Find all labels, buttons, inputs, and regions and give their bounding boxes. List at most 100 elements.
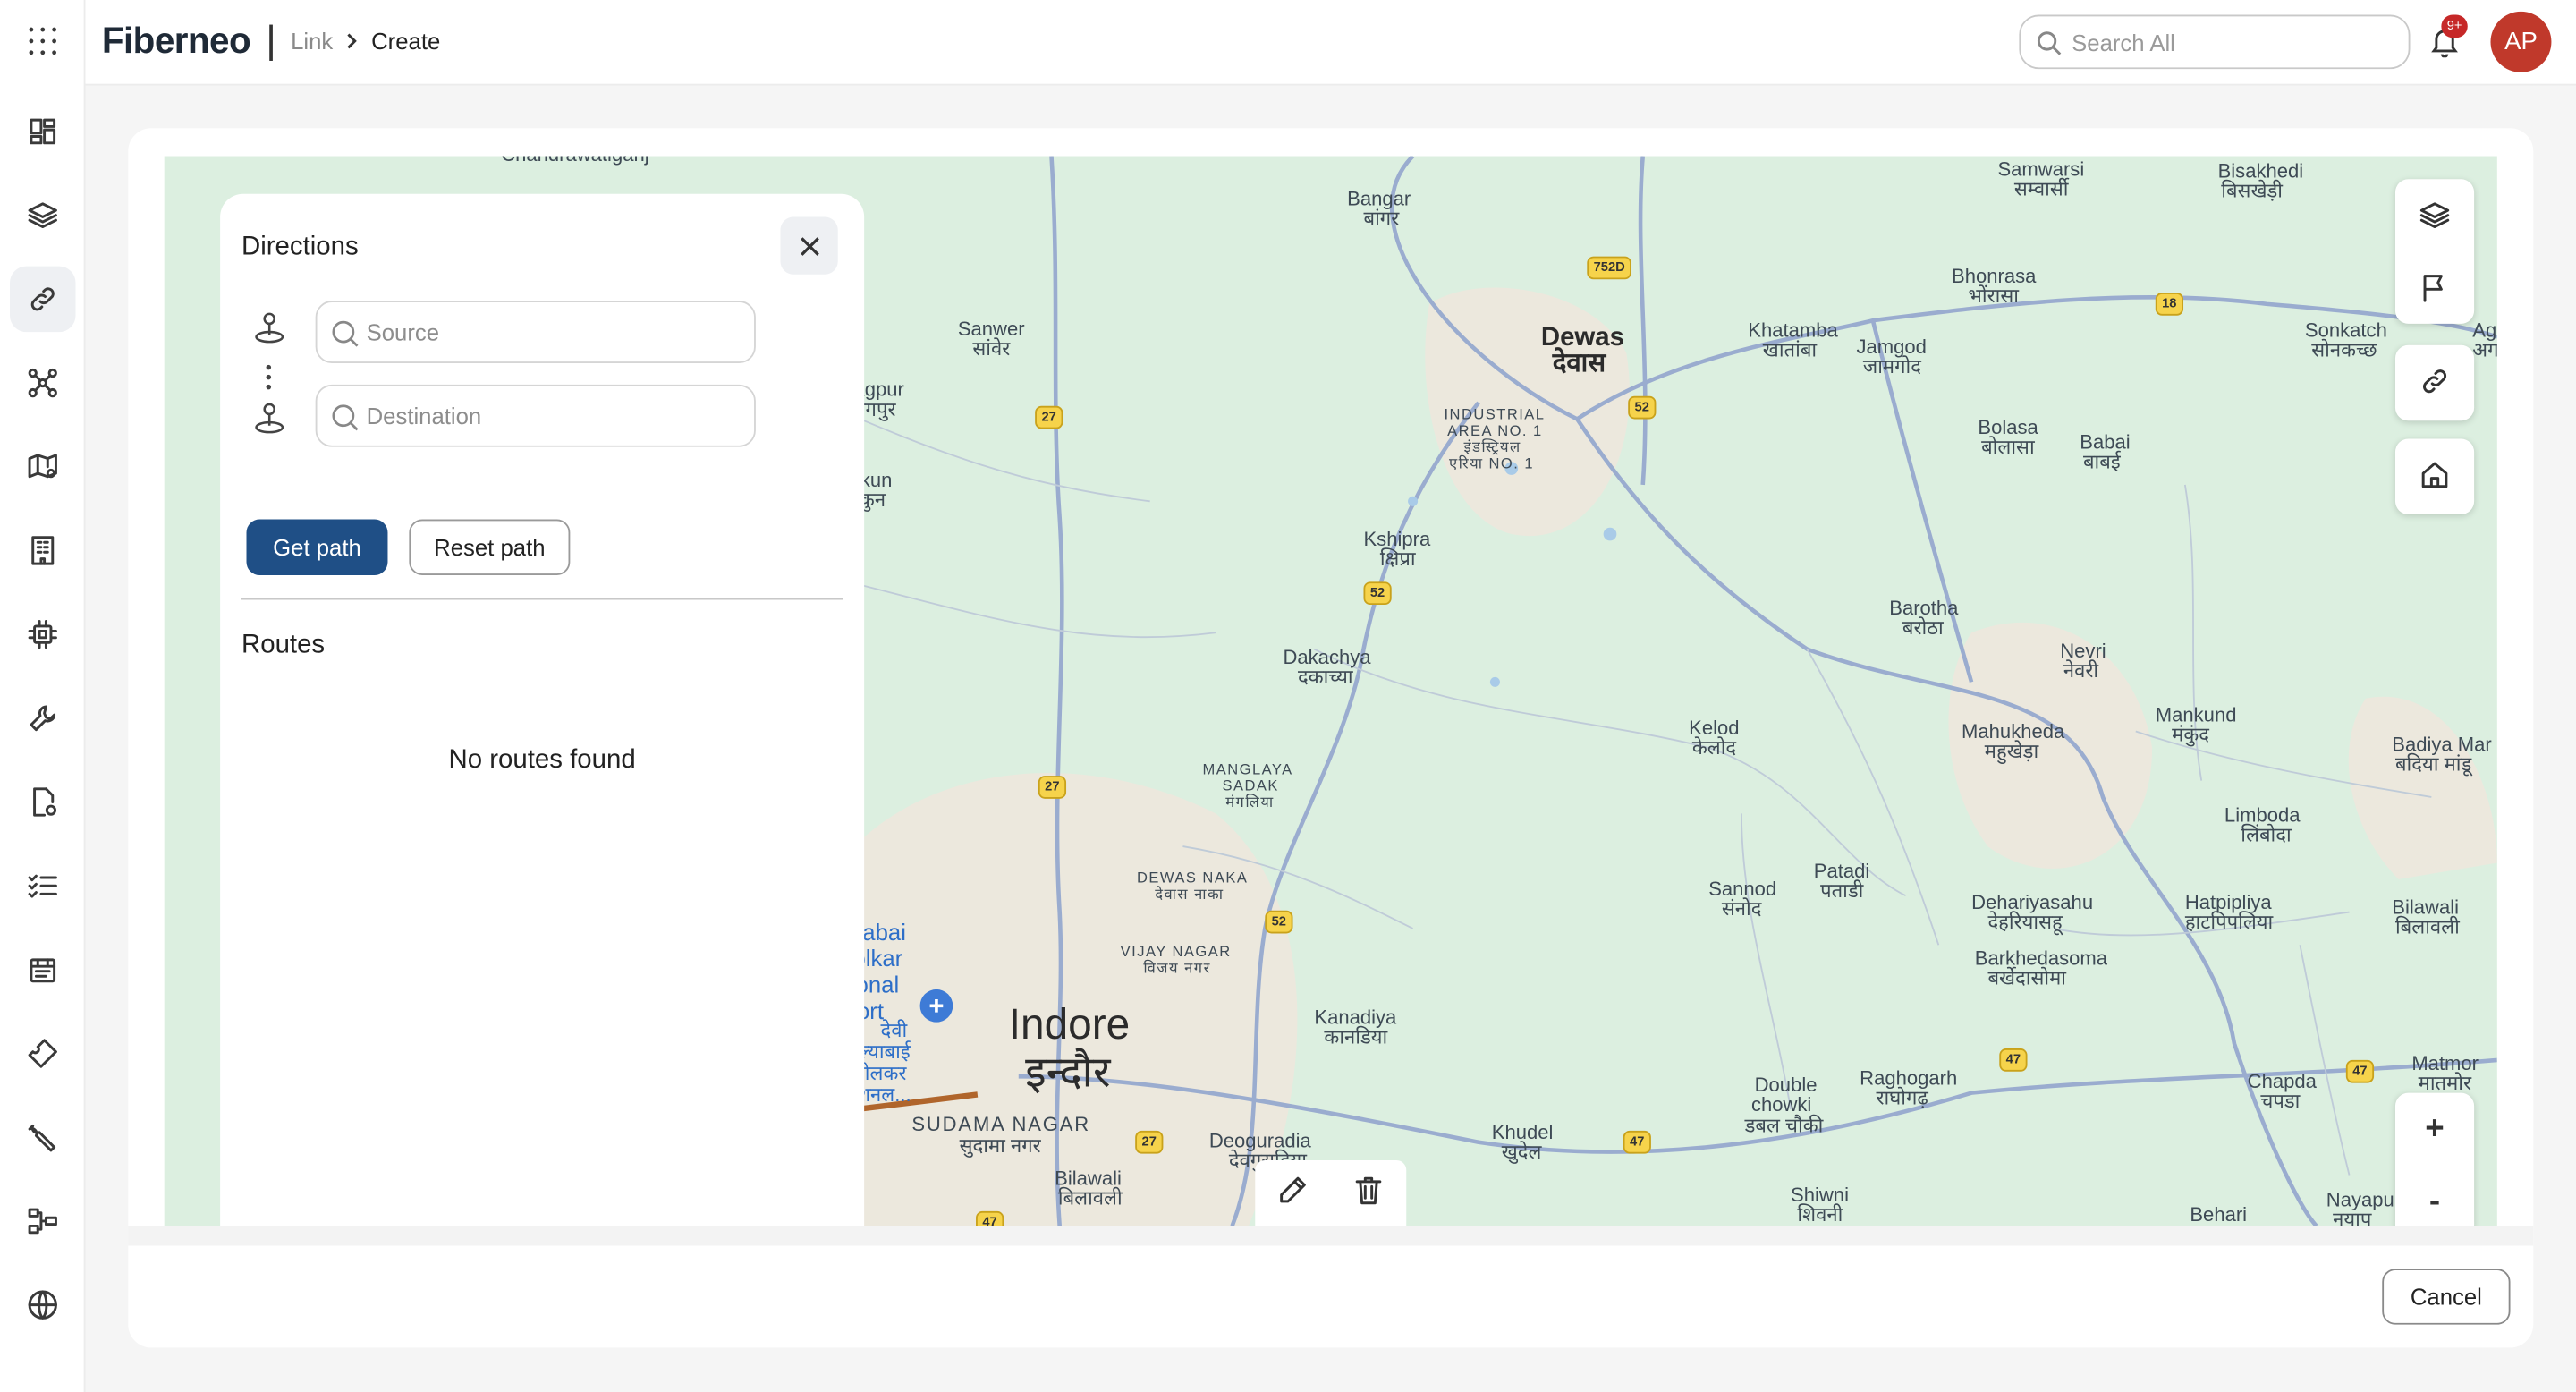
map-label: बिलावली — [2394, 915, 2460, 938]
road-shield: 27 — [1038, 776, 1066, 799]
map-label: सम्वार्सी — [2013, 177, 2069, 201]
map-label: chowki — [1750, 1092, 1812, 1116]
route-connector-icon — [266, 364, 273, 391]
map-label: सांवेर — [972, 336, 1011, 361]
map-label: Matmor — [2411, 1051, 2479, 1075]
map-label: देहरियासहू — [1987, 910, 2063, 934]
map-label: Patadi — [1813, 859, 1870, 883]
map-label: हाटपिपलिया — [2184, 910, 2274, 934]
dashboard-icon[interactable] — [10, 98, 75, 164]
map-label: Chandrawatiganj — [501, 157, 648, 165]
map-label: Behari — [2190, 1202, 2248, 1226]
road-shield: 752D — [1587, 256, 1632, 280]
map-label: जामगोद — [1862, 354, 1921, 378]
map-label: खुदेल — [1501, 1140, 1542, 1164]
map-label: Bangar — [1347, 187, 1411, 211]
layers-icon[interactable] — [2395, 179, 2474, 251]
notification-badge: 9+ — [2441, 14, 2468, 38]
chevron-right-icon — [347, 33, 357, 49]
map-label: संनोद — [1721, 897, 1762, 921]
map-label: पताडी — [1820, 878, 1864, 903]
road-shield: 52 — [1363, 581, 1392, 606]
inventory-icon[interactable] — [10, 937, 75, 1002]
brand-logo[interactable]: Fiberneo — [102, 20, 251, 63]
building-icon[interactable] — [10, 518, 75, 583]
map-label: अग — [2472, 338, 2497, 362]
map-label: बाबई — [2082, 450, 2121, 474]
empty-routes-message: No routes found — [448, 746, 636, 775]
user-avatar[interactable]: AP — [2490, 11, 2552, 72]
map-label: बोलासा — [1981, 435, 2035, 459]
map-label: मंगलिया — [1225, 794, 1275, 811]
search-placeholder: Search All — [2072, 30, 2175, 56]
map-label: केलोद — [1691, 736, 1737, 760]
road-shield: 52 — [1628, 395, 1657, 420]
ticket-icon[interactable] — [10, 1021, 75, 1086]
map-label: Khudel — [1491, 1120, 1554, 1144]
wrench-icon[interactable] — [10, 685, 75, 751]
map-label: Sanwer — [957, 317, 1025, 341]
map-label: Shiwni — [1791, 1183, 1849, 1207]
trash-icon[interactable] — [1352, 1173, 1385, 1214]
map-label: Kshipra — [1363, 527, 1431, 551]
chip-icon[interactable] — [10, 601, 75, 666]
home-icon[interactable] — [2395, 438, 2474, 511]
get-path-button[interactable]: Get path — [246, 519, 388, 575]
map-label: Mahukheda — [1962, 719, 2065, 743]
map-label: Dehariyasahu — [1971, 890, 2094, 914]
close-icon — [800, 236, 818, 255]
close-button[interactable] — [780, 216, 838, 275]
document-settings-icon[interactable] — [10, 769, 75, 835]
map-label: विजय नगर — [1143, 959, 1211, 977]
map-label: Kanadiya — [1314, 1006, 1397, 1030]
network-icon[interactable] — [10, 350, 75, 415]
apps-grid-icon[interactable] — [10, 8, 75, 73]
destination-input[interactable] — [366, 399, 728, 433]
map-label: Chapda — [2247, 1069, 2317, 1093]
map-label: Bisakhedi — [2217, 159, 2304, 182]
map-label: देवास नाका — [1155, 886, 1224, 903]
routes-title: Routes — [241, 631, 326, 659]
globe-icon[interactable] — [10, 1272, 75, 1337]
reset-path-button[interactable]: Reset path — [409, 519, 571, 575]
map-label: खातांबा — [1762, 338, 1818, 362]
map-label: Bolasa — [1978, 415, 2038, 439]
map-label: राघोगढ़ — [1876, 1086, 1928, 1110]
tools-icon[interactable] — [10, 1105, 75, 1170]
map-label: SUDAMA NAGAR — [911, 1112, 1091, 1136]
map-view[interactable]: Bangar बांगर Samwarsi सम्वार्सी Bisakhed… — [164, 156, 2497, 1226]
breadcrumb-parent[interactable]: Link — [291, 28, 333, 54]
road-shield: 47 — [1623, 1130, 1651, 1154]
link-icon[interactable] — [2395, 345, 2474, 418]
flag-icon[interactable] — [2395, 251, 2474, 324]
map-label: Samwarsi — [1997, 157, 2085, 182]
checklist-icon[interactable] — [10, 853, 75, 918]
search-input[interactable]: Search All — [2019, 14, 2411, 70]
zoom-out-button[interactable]: - — [2395, 1165, 2474, 1226]
map-label: कानडिया — [1324, 1025, 1388, 1049]
zoom-in-button[interactable]: + — [2395, 1093, 2474, 1166]
source-pin-icon — [251, 309, 287, 344]
layers-icon[interactable] — [10, 182, 75, 248]
source-input[interactable] — [366, 315, 728, 349]
map-layer-controls — [2394, 179, 2475, 324]
link-icon[interactable] — [10, 266, 76, 333]
map-label: Raghogarh — [1860, 1066, 1958, 1090]
road-shield: 27 — [1135, 1130, 1164, 1154]
app-root: Fiberneo Link Create Search All 9+ AP Ba… — [0, 0, 2576, 1392]
map-label: क्षिप्रा — [1379, 547, 1416, 571]
map-label: बांगर — [1363, 207, 1400, 231]
map-label: महुखेड़ा — [1984, 739, 2039, 763]
pencil-icon[interactable] — [1276, 1173, 1309, 1214]
directions-title: Directions — [241, 233, 359, 262]
map-label: मंकुंद — [2172, 723, 2209, 747]
map-label: बिसखेड़ी — [2221, 179, 2283, 202]
map-link-control — [2394, 344, 2475, 421]
hierarchy-icon[interactable] — [10, 1188, 75, 1253]
cancel-button[interactable]: Cancel — [2382, 1269, 2511, 1325]
topbar: Fiberneo Link Create Search All 9+ AP — [85, 0, 2576, 86]
map-label: Khatamba — [1748, 318, 1838, 343]
link-create-card: Bangar बांगर Samwarsi सम्वार्सी Bisakhed… — [128, 128, 2534, 1348]
road-shield: 47 — [976, 1210, 1004, 1226]
map-settings-icon[interactable] — [10, 434, 75, 499]
